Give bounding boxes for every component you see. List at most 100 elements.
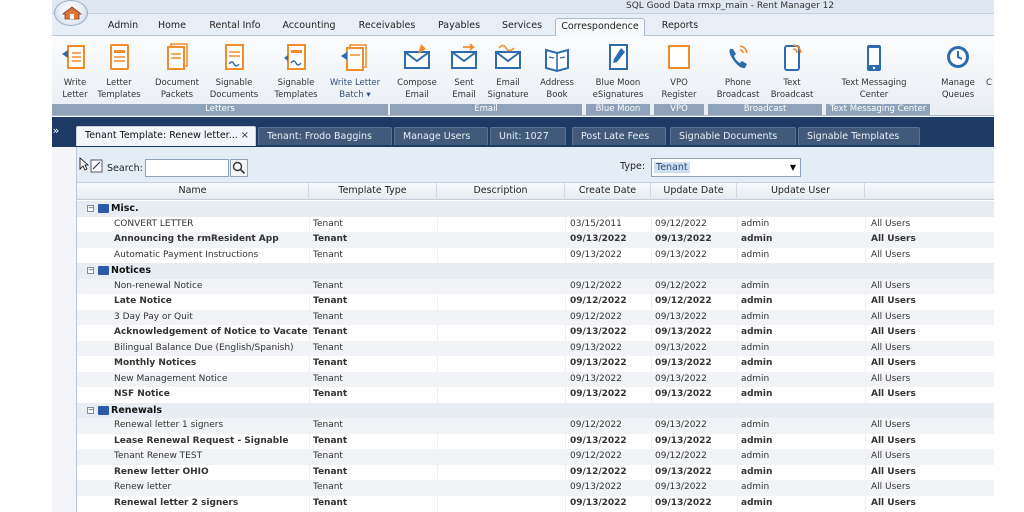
close-icon[interactable]: × [241, 127, 249, 144]
cell-name: Non-renewal Notice [114, 280, 203, 291]
menu-tab-services[interactable]: Services [498, 18, 546, 36]
table-row[interactable]: Late Notice Tenant 09/12/2022 09/12/2022 adm… [77, 294, 994, 310]
cell-create-date: 03/15/2011 [570, 218, 622, 229]
search-button[interactable] [230, 159, 248, 177]
cell-name: Monthly Notices [114, 358, 197, 368]
cell-update-date: 09/12/2022 [655, 218, 707, 229]
vpo-register-button[interactable]: VPO Register [656, 42, 702, 104]
app-logo[interactable] [54, 0, 88, 26]
folder-icon [98, 266, 109, 275]
menu-tab-correspondence[interactable]: Correspondence [555, 18, 645, 36]
cell-name: NSF Notice [114, 389, 170, 399]
cell-update-date: 09/13/2022 [655, 373, 707, 384]
table-row[interactable]: Tenant Renew TEST Tenant 09/12/2022 09/12/2… [77, 449, 994, 465]
write-letter-batch-button[interactable]: Write Letter Batch ▾ [326, 42, 384, 104]
cell-create-date: 09/13/2022 [570, 497, 627, 508]
menu-tab-payables[interactable]: Payables [432, 18, 486, 36]
column-header-name[interactable]: Name [77, 183, 309, 200]
doc-tab-tenant-template[interactable]: Tenant Template: Renew letter... × [76, 126, 256, 146]
group-row[interactable]: − Renewals [77, 402, 994, 418]
phone-broadcast-button[interactable]: Phone Broadcast [712, 42, 764, 104]
table-row[interactable]: Automatic Payment Instructions Tenant 09/1… [77, 248, 994, 264]
cell-scope: All Users [871, 435, 916, 446]
collapse-toggle-icon[interactable]: − [87, 205, 94, 212]
cell-scope: All Users [871, 373, 911, 384]
type-select[interactable]: Tenant ▼ [651, 158, 801, 177]
table-row[interactable]: NSF Notice Tenant 09/13/2022 09/13/2022 admi… [77, 387, 994, 403]
manage-queues-button[interactable]: Manage Queues [936, 42, 980, 104]
cell-update-date: 09/12/2022 [655, 451, 707, 461]
table-row[interactable]: Bilingual Balance Due (English/Spanish) T… [77, 340, 994, 356]
text-messaging-center-button[interactable]: Text Messaging Center [838, 42, 910, 104]
compose-email-button[interactable]: Compose Email [392, 42, 442, 104]
type-select-value: Tenant [654, 162, 690, 173]
collapse-panel-icon[interactable]: » [52, 124, 66, 138]
table-row[interactable]: Renewal letter 1 signers Tenant 09/12/2022… [77, 418, 994, 434]
doc-tab-tenant[interactable]: Tenant: Frodo Baggins [258, 127, 392, 145]
cell-name: Lease Renewal Request - Signable [114, 435, 289, 446]
table-row[interactable]: Non-renewal Notice Tenant 09/12/2022 09/12/… [77, 278, 994, 294]
doc-tab-signable-documents[interactable]: Signable Documents [670, 127, 796, 145]
cell-update-date: 09/13/2022 [655, 342, 707, 353]
menu-tab-accounting[interactable]: Accounting [278, 18, 340, 36]
menu-tab-rental-info[interactable]: Rental Info [204, 18, 266, 36]
column-header-create-date[interactable]: Create Date [565, 183, 651, 200]
column-header-type[interactable]: Template Type [309, 183, 437, 200]
doc-tab-signable-templates[interactable]: Signable Templates [798, 127, 920, 145]
cell-name: Renewal letter 2 signers [114, 497, 239, 508]
column-header-update-date[interactable]: Update Date [651, 183, 737, 200]
cell-create-date: 09/13/2022 [570, 358, 627, 368]
cell-update-user: admin [741, 327, 773, 337]
doc-tab-post-late-fees[interactable]: Post Late Fees [572, 127, 666, 145]
column-header-description[interactable]: Description [437, 183, 565, 200]
cell-create-date: 09/13/2022 [570, 342, 622, 353]
collapse-toggle-icon[interactable]: − [87, 267, 94, 274]
write-letter-button[interactable]: Write Letter [56, 42, 94, 104]
menu-tab-home[interactable]: Home [152, 18, 192, 36]
table-row[interactable]: Acknowledgement of Notice to Vacate Tenan… [77, 325, 994, 341]
cell-scope: All Users [871, 466, 916, 477]
text-broadcast-button[interactable]: Text Broadcast [766, 42, 818, 104]
table-row[interactable]: Renew letter OHIO Tenant 09/12/2022 09/13/2… [77, 465, 994, 481]
email-signature-button[interactable]: Email Signature [484, 42, 532, 104]
address-book-button[interactable]: Address Book [536, 42, 578, 104]
table-row[interactable]: Lease Renewal Request - Signable Tenant 09… [77, 434, 994, 450]
group-row[interactable]: − Misc. [77, 201, 994, 217]
table-row[interactable]: Renewal letter 2 signers Tenant 09/13/2022… [77, 496, 994, 512]
doc-tab-manage-users[interactable]: Manage Users [394, 127, 488, 145]
collapse-toggle-icon[interactable]: − [87, 406, 94, 414]
menu-bar: Admin Home Rental Info Accounting Receiv… [52, 14, 994, 36]
group-row[interactable]: − Notices [77, 263, 994, 279]
table-row[interactable]: Announcing the rmResident App Tenant 09/13… [77, 232, 994, 248]
esignatures-button[interactable]: Blue Moon eSignatures [590, 42, 646, 104]
folder-icon [98, 405, 109, 415]
email-signature-icon [495, 44, 521, 69]
menu-tab-receivables[interactable]: Receivables [354, 18, 420, 36]
doc-tab-unit[interactable]: Unit: 1027 [490, 127, 566, 145]
cell-name: Late Notice [114, 296, 172, 306]
table-row[interactable]: New Management Notice Tenant 09/13/2022 09/… [77, 371, 994, 387]
table-row[interactable]: Monthly Notices Tenant 09/13/2022 09/13/202… [77, 356, 994, 372]
menu-tab-reports[interactable]: Reports [656, 18, 704, 36]
sent-email-button[interactable]: Sent Email [444, 42, 484, 104]
cell-scope: All Users [871, 451, 911, 461]
ribbon-overflow-button[interactable]: C [984, 42, 994, 104]
column-header-extra[interactable] [865, 183, 994, 200]
column-header-update-user[interactable]: Update User [737, 183, 865, 200]
cell-template-type: Tenant [313, 482, 343, 492]
search-input[interactable] [145, 159, 229, 177]
table-row[interactable]: CONVERT LETTER Tenant 03/15/2011 09/12/2022… [77, 217, 994, 233]
signable-documents-button[interactable]: Signable Documents [208, 42, 260, 104]
cell-template-type: Tenant [313, 342, 343, 353]
menu-tab-admin[interactable]: Admin [102, 18, 144, 36]
phone-icon [729, 45, 748, 69]
document-packets-button[interactable]: Document Packets [152, 42, 202, 104]
mobile-phone-icon [867, 45, 881, 71]
table-row[interactable]: 3 Day Pay or Quit Tenant 09/12/2022 09/13/2… [77, 309, 994, 325]
cell-scope: All Users [871, 296, 916, 306]
letter-templates-button[interactable]: Letter Templates [96, 42, 142, 104]
cell-template-type: Tenant [313, 327, 348, 337]
table-row[interactable]: Renew letter Tenant 09/13/2022 09/13/2022 ad… [77, 480, 994, 496]
signable-templates-button[interactable]: Signable Templates [270, 42, 322, 104]
cell-update-user: admin [741, 389, 773, 399]
